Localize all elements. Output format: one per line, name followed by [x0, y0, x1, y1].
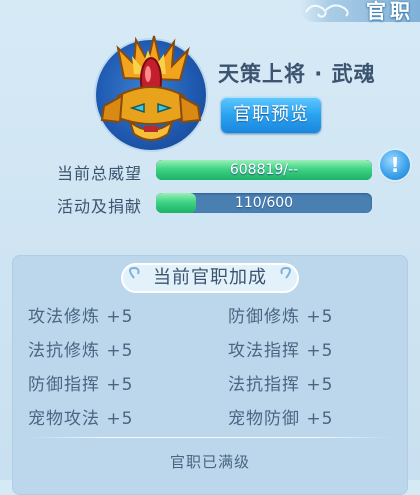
prestige-label: 当前总威望 — [57, 164, 143, 183]
activity-label: 活动及捐献 — [57, 197, 143, 216]
bonus-title: 当前官职加成 — [153, 267, 267, 288]
prestige-bar: 608819/-- — [156, 160, 372, 180]
bonus-item: 攻法指挥 +5 — [228, 341, 334, 361]
divider — [28, 437, 392, 438]
rank-emblem — [96, 35, 206, 150]
exclamation-icon[interactable]: ! — [380, 150, 410, 180]
bonus-item: 法抗修炼 +5 — [28, 341, 134, 361]
bonus-item: 攻法修炼 +5 — [28, 307, 134, 327]
prestige-value: 608819/-- — [229, 162, 299, 178]
rank-preview-button[interactable]: 官职预览 — [221, 97, 321, 133]
rank-name: 天策上将 · 武魂 — [218, 62, 376, 86]
max-level-status: 官职已满级 — [169, 453, 250, 471]
golden-helmet-icon — [100, 35, 202, 141]
cloud-swirl-icon — [305, 4, 349, 18]
bonus-item: 防御指挥 +5 — [28, 375, 134, 395]
window-title: 官职 — [366, 0, 414, 23]
bonus-item: 宠物攻法 +5 — [28, 409, 134, 429]
activity-bar: 110/600 — [156, 193, 372, 213]
activity-value: 110/600 — [234, 195, 294, 211]
bonus-item: 防御修炼 +5 — [228, 307, 334, 327]
bonus-item: 法抗指挥 +5 — [228, 375, 334, 395]
bonus-item: 宠物防御 +5 — [228, 409, 334, 429]
